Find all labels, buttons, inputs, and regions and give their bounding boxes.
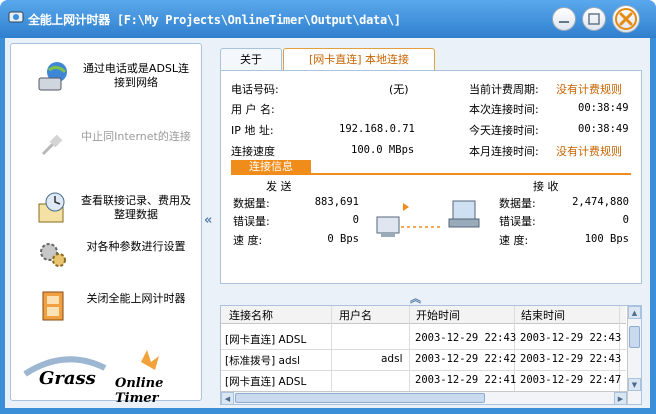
send-error-value: 0	[352, 214, 359, 226]
speed-value: 100.0 MBps	[351, 144, 415, 156]
recv-data-label: 数据量:	[499, 197, 536, 210]
scroll-left-button[interactable]: ◀	[221, 392, 234, 404]
close-icon	[615, 8, 637, 30]
today-time-label: 今天连接时间:	[469, 124, 539, 137]
cell-connection-name: [网卡直连] ADSL	[225, 334, 307, 346]
sidebar-item-records[interactable]: 查看联接记录、费用及整理数据	[11, 184, 201, 232]
sidebar-item-label: 查看联接记录、费用及整理数据	[81, 194, 191, 221]
client-area: 通过电话或是ADSL连接到网络 中止同Internet的连接 查看联接记录、费用…	[5, 38, 650, 408]
title-bar[interactable]: 全能上网计时器 [F:\My Projects\OnlineTimer\Outp…	[0, 0, 656, 38]
ip-label: IP 地 址:	[231, 124, 274, 137]
grass-online-timer-logo: Grass Online Timer	[19, 344, 199, 406]
billing-period-label: 当前计费周期:	[469, 83, 539, 96]
send-error-label: 错误量:	[233, 215, 270, 228]
vertical-scrollbar[interactable]: ▲ ▼	[627, 306, 641, 404]
connection-log-table[interactable]: 连接名称 用户名 开始时间 结束时间 [网卡直连] ADSL 2003-12-2…	[220, 305, 642, 405]
sidebar-item-exit[interactable]: 关闭全能上网计时器	[11, 282, 201, 330]
cell-connection-name: [网卡直连] ADSL	[225, 376, 307, 388]
maximize-button[interactable]	[582, 7, 606, 31]
logo-online-timer-text: Online Timer	[115, 376, 164, 406]
send-speed-value: 0 Bps	[327, 233, 359, 245]
logo-grass-text: Grass	[39, 368, 96, 389]
connection-info-panel: 电话号码: (无) 用 户 名: IP 地 址: 192.168.0.71 连接…	[220, 70, 642, 284]
billing-period-value: 没有计费规则	[556, 83, 622, 96]
sidebar-item-label: 中止同Internet的连接	[81, 130, 191, 143]
speed-label: 连接速度	[231, 145, 275, 158]
calendar-records-icon	[38, 192, 65, 223]
send-data-label: 数据量:	[233, 197, 270, 210]
recv-error-value: 0	[622, 214, 629, 226]
recv-speed-label: 速 度:	[499, 234, 529, 247]
column-header-user[interactable]: 用户名	[339, 307, 372, 323]
maximize-icon	[588, 13, 600, 25]
phone-value: (无)	[389, 83, 409, 96]
cell-start-time: 2003-12-29 22:42	[415, 353, 517, 365]
expand-log-button[interactable]: ︽	[410, 290, 421, 306]
network-transfer-icon	[376, 200, 480, 237]
dialup-globe-icon	[38, 62, 67, 91]
phone-label: 电话号码:	[231, 83, 279, 96]
minimize-icon	[559, 21, 569, 23]
receive-header: 接 收	[533, 180, 559, 193]
sidebar-item-label: 通过电话或是ADSL连接到网络	[82, 62, 190, 89]
cell-end-time: 2003-12-29 22:47	[520, 374, 622, 386]
cell-start-time: 2003-12-29 22:41	[415, 374, 517, 386]
send-data-value: 883,691	[314, 196, 359, 208]
connection-info-header: 连接信息	[231, 160, 311, 174]
column-header-start[interactable]: 开始时间	[416, 307, 460, 323]
vertical-scroll-thumb[interactable]	[629, 326, 640, 348]
cell-start-time: 2003-12-29 22:43	[415, 332, 517, 344]
recv-speed-value: 100 Bps	[584, 233, 629, 245]
horizontal-scroll-thumb[interactable]	[235, 393, 485, 403]
section-divider	[231, 173, 631, 175]
plug-disconnect-icon	[41, 134, 63, 156]
recv-error-label: 错误量:	[499, 215, 536, 228]
table-row[interactable]: [网卡直连] ADSL 2003-12-29 22:43 2003-12-29 …	[221, 328, 626, 350]
user-label: 用 户 名:	[231, 103, 275, 116]
sidebar: 通过电话或是ADSL连接到网络 中止同Internet的连接 查看联接记录、费用…	[10, 43, 202, 406]
scroll-down-button[interactable]: ▼	[628, 378, 641, 391]
horizontal-scrollbar[interactable]: ◀ ▶	[221, 391, 627, 404]
table-row[interactable]: [网卡直连] ADSL 2003-12-29 22:41 2003-12-29 …	[221, 370, 626, 392]
exit-door-icon	[42, 291, 64, 321]
session-time-label: 本次连接时间:	[469, 103, 539, 116]
month-time-value: 没有计费规则	[556, 145, 622, 158]
sidebar-item-settings[interactable]: 对各种参数进行设置	[11, 230, 201, 278]
cell-end-time: 2003-12-29 22:43	[520, 353, 622, 365]
column-header-end[interactable]: 结束时间	[521, 307, 565, 323]
collapse-sidebar-button[interactable]: «	[204, 213, 212, 228]
cell-connection-name: [标准拨号] adsl	[225, 355, 301, 367]
gears-settings-icon	[40, 243, 66, 267]
close-button[interactable]	[612, 5, 640, 33]
tab-local-connection[interactable]: [网卡直连] 本地连接	[283, 48, 435, 71]
scroll-right-button[interactable]: ▶	[614, 392, 627, 404]
recv-data-value: 2,474,880	[572, 196, 629, 208]
minimize-button[interactable]	[552, 7, 576, 31]
cell-end-time: 2003-12-29 22:43	[520, 332, 622, 344]
sidebar-item-connect[interactable]: 通过电话或是ADSL连接到网络	[11, 52, 201, 100]
table-row[interactable]: [标准拨号] adsl adsl 2003-12-29 22:42 2003-1…	[221, 349, 626, 371]
ip-value: 192.168.0.71	[339, 123, 415, 135]
send-header: 发 送	[266, 180, 292, 193]
table-header: 连接名称 用户名 开始时间 结束时间	[221, 306, 626, 324]
sidebar-item-label: 关闭全能上网计时器	[86, 292, 186, 305]
session-time-value: 00:38:49	[578, 102, 629, 114]
scroll-up-button[interactable]: ▲	[628, 306, 641, 319]
window-title: 全能上网计时器 [F:\My Projects\OnlineTimer\Outp…	[28, 13, 401, 27]
app-window: 全能上网计时器 [F:\My Projects\OnlineTimer\Outp…	[0, 0, 656, 414]
today-time-value: 00:38:49	[578, 123, 629, 135]
cell-user: adsl	[381, 353, 403, 365]
app-icon	[8, 11, 24, 23]
month-time-label: 本月连接时间:	[469, 145, 539, 158]
send-speed-label: 速 度:	[233, 234, 263, 247]
tab-about[interactable]: 关于	[220, 48, 282, 71]
sidebar-item-disconnect[interactable]: 中止同Internet的连接	[11, 120, 201, 168]
column-header-name[interactable]: 连接名称	[229, 307, 273, 323]
sidebar-item-label: 对各种参数进行设置	[86, 240, 186, 253]
